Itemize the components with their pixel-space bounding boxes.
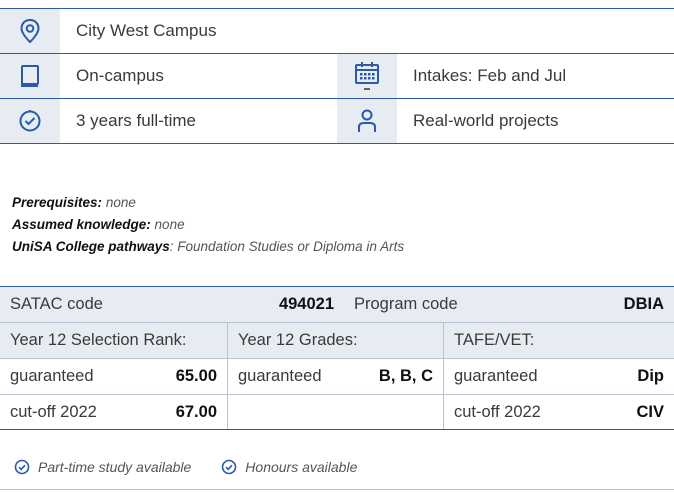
cell-value: 67.00 bbox=[175, 402, 217, 421]
mode-text: On-campus bbox=[76, 66, 164, 85]
satac-code-cell: SATAC code 494021 bbox=[0, 287, 344, 322]
pathways-line: UniSA College pathways: Foundation Studi… bbox=[12, 236, 404, 258]
prerequisites-line: Prerequisites: none bbox=[12, 192, 404, 214]
person-icon bbox=[337, 99, 397, 143]
honours-availability: Honours available bbox=[221, 459, 357, 475]
program-code-value: DBIA bbox=[623, 295, 664, 313]
table-row: cut-off 2022 67.00 cut-off 2022 CIV bbox=[0, 394, 674, 430]
prerequisites-label: Prerequisites: bbox=[12, 195, 103, 210]
selection-rank-cell: guaranteed 65.00 bbox=[0, 359, 228, 394]
campus-text: City West Campus bbox=[76, 21, 217, 40]
assumed-knowledge-line: Assumed knowledge: none bbox=[12, 214, 404, 236]
duration-text: 3 years full-time bbox=[76, 111, 196, 130]
info-row-campus: City West Campus bbox=[0, 8, 674, 53]
pathways-value: : Foundation Studies or Diploma in Arts bbox=[169, 239, 405, 254]
info-row-mode: On-campus Intakes: Feb and Jul bbox=[0, 53, 674, 98]
assumed-knowledge-label: Assumed knowledge: bbox=[12, 217, 151, 232]
codes-column-headers: Year 12 Selection Rank: Year 12 Grades: … bbox=[0, 322, 674, 358]
program-info-table: City West Campus On-campus Intakes: Feb … bbox=[0, 8, 674, 144]
col-header-grades: Year 12 Grades: bbox=[228, 323, 444, 358]
col-header-tafe: TAFE/VET: bbox=[454, 331, 535, 349]
cell-label: guaranteed bbox=[454, 367, 538, 385]
part-time-label: Part-time study available bbox=[38, 458, 192, 475]
prerequisites-value: none bbox=[105, 195, 136, 210]
calendar-icon bbox=[337, 54, 397, 98]
cell-label: cut-off 2022 bbox=[454, 402, 541, 421]
cell-value: B, B, C bbox=[378, 367, 433, 385]
cell-label: guaranteed bbox=[10, 367, 94, 385]
cell-value: 65.00 bbox=[175, 367, 217, 385]
program-code-label: Program code bbox=[354, 295, 458, 313]
check-circle-icon bbox=[221, 459, 237, 474]
availability-footer: Part-time study available Honours availa… bbox=[0, 444, 674, 490]
info-row-duration: 3 years full-time Real-world projects bbox=[0, 98, 674, 144]
tafe-cell: guaranteed Dip bbox=[444, 359, 674, 394]
col-header-selection-rank: Year 12 Selection Rank: bbox=[0, 323, 228, 358]
tafe-cell: cut-off 2022 CIV bbox=[444, 395, 674, 429]
clock-icon bbox=[0, 99, 60, 143]
satac-code-label: SATAC code bbox=[10, 295, 103, 313]
requirements-block: Prerequisites: none Assumed knowledge: n… bbox=[12, 192, 404, 258]
part-time-availability: Part-time study available bbox=[14, 459, 191, 475]
intakes-text: Intakes: Feb and Jul bbox=[413, 66, 567, 85]
grades-cell bbox=[228, 395, 444, 429]
cell-value: CIV bbox=[636, 402, 664, 421]
grades-cell: guaranteed B, B, C bbox=[228, 359, 444, 394]
pathways-label: UniSA College pathways bbox=[12, 239, 170, 254]
codes-header-row: SATAC code 494021 Program code DBIA bbox=[0, 286, 674, 322]
book-icon bbox=[0, 54, 60, 98]
admission-codes-table: SATAC code 494021 Program code DBIA Year… bbox=[0, 286, 674, 430]
check-circle-icon bbox=[14, 459, 30, 474]
cell-label: cut-off 2022 bbox=[10, 402, 97, 421]
cell-value: Dip bbox=[637, 367, 664, 385]
assumed-knowledge-value: none bbox=[154, 217, 185, 232]
program-code-cell: Program code DBIA bbox=[344, 287, 674, 322]
honours-label: Honours available bbox=[245, 458, 358, 475]
projects-text: Real-world projects bbox=[413, 111, 559, 130]
cell-label: guaranteed bbox=[238, 367, 322, 385]
location-pin-icon bbox=[0, 9, 60, 53]
selection-rank-cell: cut-off 2022 67.00 bbox=[0, 395, 228, 429]
satac-code-value: 494021 bbox=[278, 295, 334, 313]
table-row: guaranteed 65.00 guaranteed B, B, C guaran… bbox=[0, 358, 674, 394]
